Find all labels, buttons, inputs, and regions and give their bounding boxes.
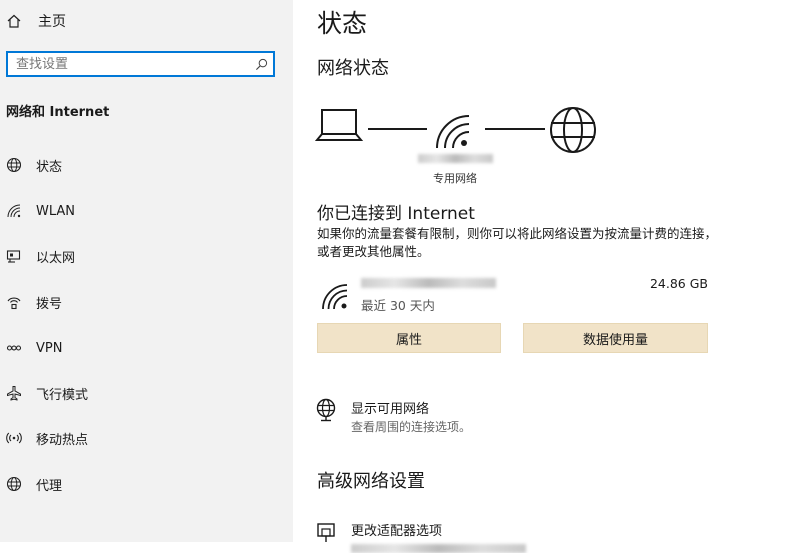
wifi-icon (7, 204, 21, 218)
show-available-networks-link[interactable]: 显示可用网络 查看周围的连接选项。 (315, 398, 471, 435)
usage-period: 最近 30 天内 (361, 298, 435, 313)
sidebar-item-dialup[interactable]: 拨号 (6, 291, 62, 313)
search-input[interactable] (16, 53, 251, 75)
sidebar-item-label: 飞行模式 (36, 387, 89, 403)
advanced-settings-heading: 高级网络设置 (317, 471, 425, 492)
sidebar-item-mobile-hotspot[interactable]: 移动热点 (6, 427, 88, 449)
page-title: 状态 (317, 9, 368, 38)
change-adapter-options-link[interactable]: 更改适配器选项 (315, 520, 526, 553)
sidebar-item-label: 代理 (36, 478, 63, 494)
laptop-icon (315, 109, 364, 141)
dialup-icon (7, 297, 21, 310)
sidebar-item-label: WLAN (36, 203, 76, 219)
connection-name-redacted (361, 278, 496, 288)
sidebar-item-label: 以太网 (36, 250, 76, 266)
main-content: 状态 网络状态 专用网络 你已连接到 Internet 如果你的流量套餐有限制，… (293, 0, 802, 553)
adapter-icon (317, 523, 335, 542)
sidebar-item-ethernet[interactable]: 以太网 (6, 245, 75, 267)
hotspot-icon (6, 432, 22, 444)
sidebar-item-label: VPN (36, 340, 63, 356)
network-name-redacted (418, 154, 493, 163)
network-diagram (315, 107, 596, 153)
wifi-icon (322, 284, 348, 310)
vpn-icon (6, 345, 22, 351)
usage-amount: 24.86 GB (649, 276, 708, 291)
ethernet-icon (6, 250, 21, 263)
section-title: 网络和 Internet (6, 105, 110, 120)
show-networks-title: 显示可用网络 (351, 402, 430, 417)
sidebar-item-vpn[interactable]: VPN (6, 337, 62, 359)
airplane-icon (7, 386, 21, 401)
sidebar-item-airplane-mode[interactable]: 飞行模式 (6, 382, 88, 404)
wifi-router-icon (436, 115, 470, 149)
home-icon (7, 14, 21, 28)
sidebar-item-label: 移动热点 (36, 432, 89, 448)
globe-icon (6, 476, 22, 492)
internet-globe-icon (550, 107, 596, 153)
network-profile-label: 专用网络 (433, 172, 477, 185)
home-label: 主页 (38, 14, 66, 30)
sidebar: 主页 网络和 Internet 状态 WLAN (0, 0, 293, 542)
globe-icon (6, 157, 22, 173)
connected-title: 你已连接到 Internet (317, 204, 475, 224)
adapter-options-subtitle-redacted (351, 544, 526, 553)
sidebar-item-wlan[interactable]: WLAN (6, 200, 75, 222)
search-box[interactable] (6, 51, 275, 77)
sidebar-home[interactable]: 主页 (6, 10, 66, 32)
globe-network-icon (316, 398, 336, 422)
search-icon[interactable] (255, 58, 268, 71)
data-usage-button[interactable]: 数据使用量 (523, 323, 708, 353)
properties-button[interactable]: 属性 (317, 323, 501, 353)
sidebar-item-status[interactable]: 状态 (6, 154, 62, 176)
sidebar-item-label: 状态 (36, 159, 63, 175)
show-networks-subtitle: 查看周围的连接选项。 (351, 420, 472, 434)
connected-description: 如果你的流量套餐有限制，则你可以将此网络设置为按流量计费的连接，或者更改其他属性… (317, 226, 718, 259)
adapter-options-title: 更改适配器选项 (351, 524, 443, 539)
network-status-heading: 网络状态 (317, 58, 389, 79)
sidebar-item-proxy[interactable]: 代理 (6, 473, 62, 495)
sidebar-item-label: 拨号 (36, 296, 63, 312)
